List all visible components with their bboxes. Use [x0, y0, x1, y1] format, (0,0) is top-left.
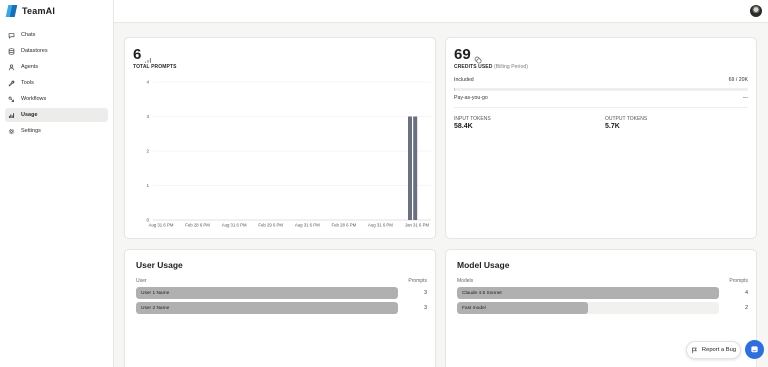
- prompt-count: 3: [424, 305, 427, 311]
- y-tick-label: 2: [146, 149, 149, 154]
- sidebar: TeamAI Chats Datastores Agents Tools Wor…: [0, 0, 114, 367]
- x-tick-label: Feb 29 6 PM: [258, 223, 283, 228]
- x-tick-label: Aug 31 6 PM: [222, 223, 247, 228]
- user-usage-card: User Usage User Prompts User 1 Name 3 Us…: [124, 249, 436, 367]
- avatar[interactable]: [750, 5, 762, 17]
- user-column-header: User: [136, 278, 147, 284]
- prompts-bar-chart: 01234Aug 31 6 PM Feb 28 6 PM Aug 31 6 PM Fe…: [146, 80, 431, 228]
- sidebar-item-datastores[interactable]: Datastores: [5, 44, 108, 58]
- x-tick-label: Feb 28 6 PM: [185, 223, 210, 228]
- sidebar-item-settings[interactable]: Settings: [5, 124, 108, 138]
- sidebar-item-label: Settings: [21, 128, 41, 134]
- bar-chart-icon: [8, 112, 15, 119]
- chart-bar: [413, 116, 418, 220]
- sidebar-nav: Chats Datastores Agents Tools Workflows …: [0, 28, 113, 138]
- included-value: 69 / 20K: [728, 77, 748, 83]
- usage-bar: Fast model: [457, 302, 588, 314]
- teamai-logo-icon: [5, 5, 18, 17]
- model-usage-header: Models Prompts: [457, 278, 748, 284]
- brand[interactable]: TeamAI: [0, 0, 113, 22]
- report-bug-label: Report a Bug: [701, 347, 737, 353]
- divider: [454, 107, 748, 108]
- x-tick-label: Aug 31 6 PM: [295, 223, 320, 228]
- input-tokens-value: 58.4K: [454, 123, 473, 130]
- sidebar-item-workflows[interactable]: Workflows: [5, 92, 108, 106]
- y-tick-label: 4: [146, 80, 149, 85]
- workflow-icon: [8, 96, 15, 103]
- credits-sublabel: (Billing Period): [493, 64, 529, 70]
- gear-icon: [8, 128, 15, 135]
- brand-name: TeamAI: [22, 6, 56, 16]
- models-column-header: Models: [457, 278, 474, 284]
- total-prompts-card: 6 TOTAL PROMPTS 0 1 2 3 4 Aug 31 6 PM Feb 28 6…: [124, 37, 436, 239]
- table-row[interactable]: Claude 4.5 Sonnet 4: [457, 287, 748, 299]
- payg-row: Pay-as-you-go ---: [454, 95, 748, 101]
- usage-bar-track: User 1 Name: [136, 287, 398, 299]
- database-icon: [8, 47, 15, 55]
- sidebar-item-label: Agents: [21, 64, 39, 70]
- usage-bar: User 1 Name: [136, 287, 398, 299]
- table-row[interactable]: User 2 Name 3: [136, 302, 427, 314]
- sidebar-item-label: Chats: [21, 32, 36, 38]
- model-name: Fast model: [462, 305, 486, 311]
- coins-icon: [474, 51, 482, 63]
- sidebar-item-agents[interactable]: Agents: [5, 60, 108, 74]
- included-progress-fill: [454, 88, 456, 91]
- credits-label-text: CREDITS USED: [454, 64, 493, 70]
- included-row: Included 69 / 20K: [454, 77, 748, 83]
- usage-bar-track: User 2 Name: [136, 302, 398, 314]
- report-bug-button[interactable]: Report a Bug: [686, 341, 741, 359]
- y-tick-label: 1: [146, 183, 149, 188]
- chat-icon: [751, 346, 758, 353]
- output-tokens-label: OUTPUT TOKENS: [605, 116, 648, 122]
- sidebar-item-label: Datastores: [21, 48, 48, 54]
- flag-icon: [691, 347, 697, 353]
- prompt-count: 4: [745, 290, 748, 296]
- user-name: User 2 Name: [141, 305, 170, 311]
- model-name: Claude 4.5 Sonnet: [462, 290, 502, 296]
- prompts-column-header: Prompts: [729, 278, 748, 284]
- included-progress-bar: [454, 88, 748, 91]
- prompts-column-header: Prompts: [408, 278, 427, 284]
- usage-bar-track: Claude 4.5 Sonnet: [457, 287, 719, 299]
- user-usage-header: User Prompts: [136, 278, 427, 284]
- sidebar-item-chats[interactable]: Chats: [5, 28, 108, 42]
- usage-bar-track: Fast model: [457, 302, 719, 314]
- credits-header: 69: [454, 46, 482, 63]
- included-label: Included: [454, 77, 474, 83]
- user-icon: [8, 63, 15, 71]
- x-tick-label: Feb 28 6 PM: [332, 223, 357, 228]
- x-tick-label: Aug 31 6 PM: [368, 223, 393, 228]
- sidebar-item-tools[interactable]: Tools: [5, 76, 108, 90]
- prompt-count: 2: [745, 305, 748, 311]
- user-name: User 1 Name: [141, 290, 170, 296]
- sidebar-item-label: Workflows: [21, 96, 47, 102]
- credits-label: CREDITS USED (Billing Period): [454, 64, 528, 70]
- top-bar: [114, 0, 768, 23]
- payg-value: ---: [742, 95, 748, 101]
- prompt-count: 3: [424, 290, 427, 296]
- chart-bar: [408, 116, 412, 220]
- credits-used-card: 69 CREDITS USED (Billing Period) Include…: [445, 37, 757, 239]
- input-tokens-label: INPUT TOKENS: [454, 116, 491, 122]
- sidebar-item-label: Usage: [21, 112, 38, 118]
- x-tick-label: Jan 31 6 PM: [405, 223, 430, 228]
- usage-bar: Claude 4.5 Sonnet: [457, 287, 719, 299]
- chat-launcher-button[interactable]: [745, 340, 764, 359]
- table-row[interactable]: Fast model 2: [457, 302, 748, 314]
- credits-value: 69: [454, 46, 471, 63]
- y-tick-label: 3: [146, 114, 149, 119]
- usage-bar: User 2 Name: [136, 302, 398, 314]
- sidebar-item-usage[interactable]: Usage: [5, 108, 108, 122]
- chat-bubble-icon: [8, 32, 15, 39]
- model-usage-title: Model Usage: [457, 260, 510, 270]
- x-tick-label: Aug 31 6 PM: [149, 223, 174, 228]
- user-usage-title: User Usage: [136, 260, 183, 270]
- sidebar-item-label: Tools: [21, 80, 34, 86]
- wrench-icon: [8, 80, 15, 87]
- payg-label: Pay-as-you-go: [454, 95, 488, 101]
- table-row[interactable]: User 1 Name 3: [136, 287, 427, 299]
- output-tokens-value: 5.7K: [605, 123, 620, 130]
